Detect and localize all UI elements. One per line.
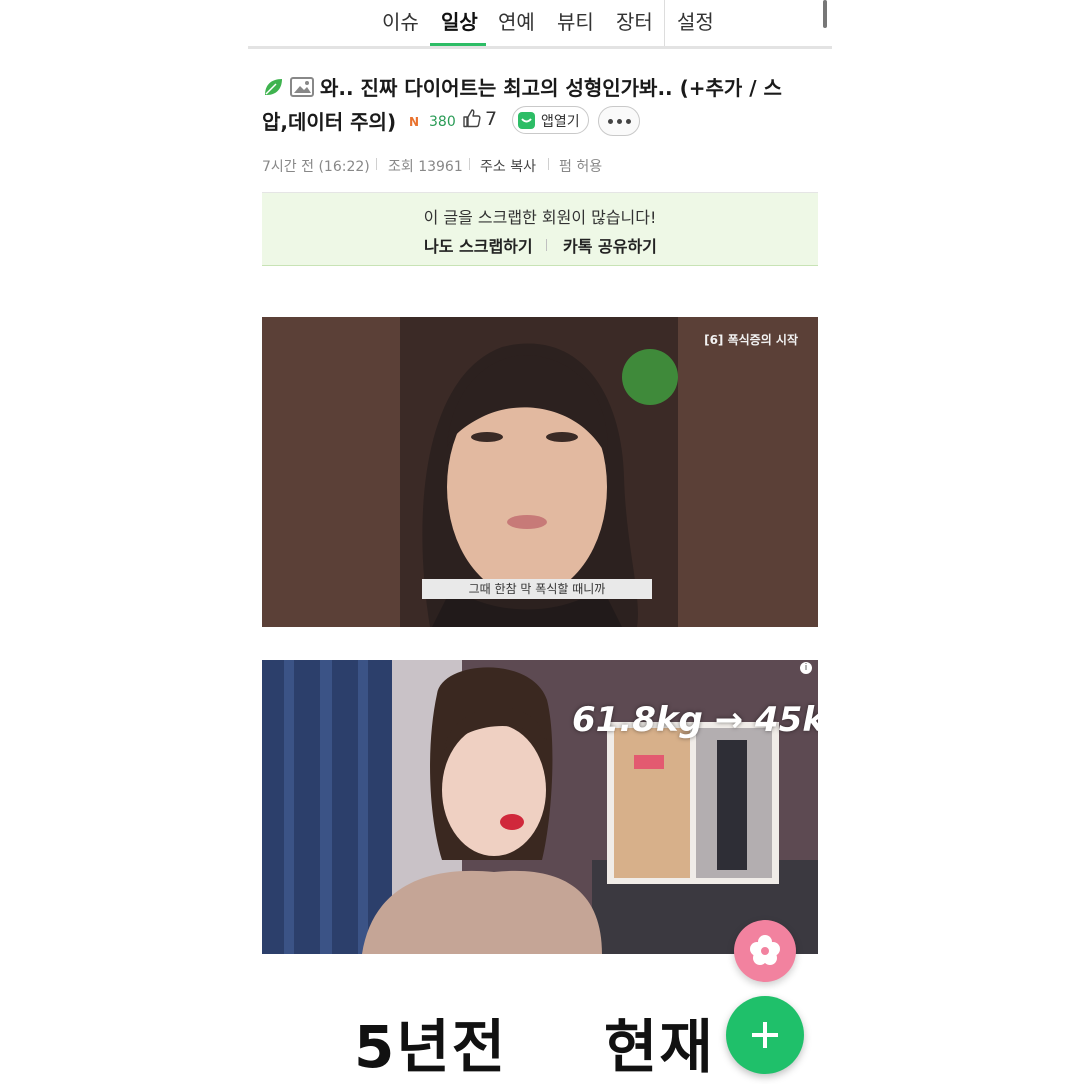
weight-overlay: 61.8kg → 45kg	[572, 700, 818, 740]
image-icon	[290, 77, 314, 97]
scrollbar-thumb[interactable]	[823, 0, 827, 28]
tab-issue[interactable]: 이슈	[382, 6, 419, 35]
tab-bar	[248, 0, 832, 46]
tab-beauty[interactable]: 뷰티	[557, 6, 594, 35]
open-app-label: 앱열기	[541, 114, 580, 130]
emoticon-button[interactable]	[734, 920, 796, 982]
copy-link-button[interactable]: 주소 복사	[480, 156, 536, 176]
post-image-2: 61.8kg → 45kg i	[262, 660, 818, 954]
video-tag: [6] 폭식증의 시작	[704, 333, 798, 347]
post-time: 7시간 전 (16:22)	[262, 159, 370, 175]
scrap-button[interactable]: 나도 스크랩하기	[424, 233, 533, 257]
view-count: 조회 13961	[388, 159, 463, 175]
caption-before: 5년전	[354, 1013, 508, 1081]
post-image-1: [6] 폭식증의 시작 그때 한참 막 폭식할 때니까	[262, 317, 818, 627]
post-page: 이슈 일상 연예 뷰티 장터 설정 와.. 진짜 다이어트는 최고의 성형인가봐…	[0, 0, 1080, 1081]
more-dots-icon	[608, 119, 613, 124]
plus-icon	[752, 1022, 778, 1048]
scrap-banner: 이 글을 스크랩한 회원이 많습니다! 나도 스크랩하기 카톡 공유하기	[262, 193, 818, 266]
caption-now: 현재	[604, 1013, 715, 1081]
tab-daily[interactable]: 일상	[441, 6, 478, 35]
like-count: 7	[485, 108, 498, 130]
tab-entertainment[interactable]: 연예	[498, 6, 535, 35]
like-button[interactable]: 7	[463, 108, 497, 134]
comment-count[interactable]: 380	[429, 114, 456, 130]
nav-bottom-border	[248, 46, 832, 49]
video-subtitle: 그때 한참 막 폭식할 때니까	[422, 579, 652, 599]
new-badge: N	[409, 115, 420, 129]
post-title-line1: 와.. 진짜 다이어트는 최고의 성형인가봐.. (+추가 / 스	[320, 76, 782, 100]
tab-divider	[664, 0, 665, 46]
tab-settings[interactable]: 설정	[677, 6, 714, 35]
post-title-line2: 압,데이터 주의)	[262, 110, 397, 134]
post-title: 와.. 진짜 다이어트는 최고의 성형인가봐.. (+추가 / 스	[262, 72, 782, 101]
write-post-button[interactable]	[726, 996, 804, 1074]
flower-icon	[750, 935, 780, 965]
app-icon	[518, 112, 535, 129]
scrap-message: 이 글을 스크랩한 회원이 많습니다!	[423, 208, 657, 227]
info-icon[interactable]: i	[800, 662, 812, 674]
open-app-button[interactable]: 앱열기	[512, 106, 589, 134]
leaf-icon	[265, 79, 282, 95]
kakao-share-button[interactable]: 카톡 공유하기	[563, 233, 657, 257]
tab-market[interactable]: 장터	[616, 6, 653, 35]
more-options-button[interactable]	[598, 106, 640, 136]
thumbs-up-icon	[463, 109, 481, 128]
share-permission: 펌 허용	[559, 159, 603, 175]
